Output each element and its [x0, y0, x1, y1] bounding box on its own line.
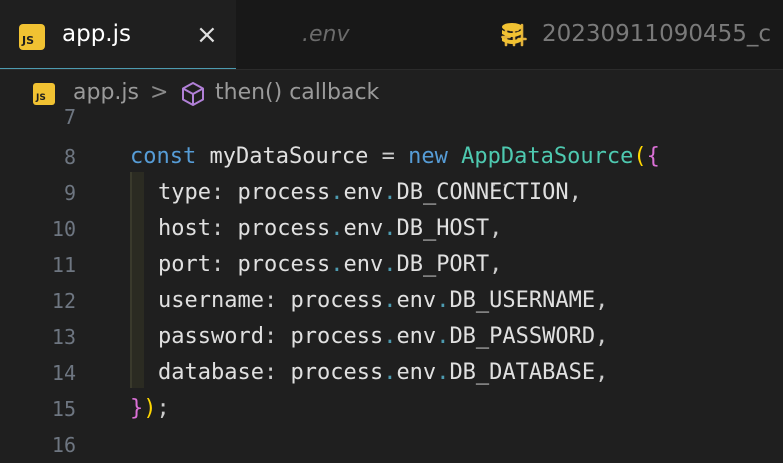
tab-label: app.js	[62, 21, 131, 47]
database-icon	[500, 22, 524, 52]
code-line: 14 database: process.env.DB_DATABASE,	[0, 355, 783, 391]
tab-label: 20230911090455_c	[542, 21, 772, 47]
javascript-file-icon: JS	[19, 24, 45, 50]
line-number: 7	[63, 105, 76, 129]
line-number: 12	[51, 289, 76, 313]
code-line: 8 const myDataSource = new AppDataSource…	[0, 139, 783, 190]
code-line: 11 port: process.env.DB_PORT,	[0, 247, 783, 283]
code-text: host: process.env.DB_HOST,	[158, 216, 503, 241]
code-line: 15 });	[0, 391, 783, 427]
code-line: 13 password: process.env.DB_PASSWORD,	[0, 319, 783, 355]
tab-label: .env	[302, 22, 350, 47]
line-number: 15	[51, 397, 76, 421]
line-number: 9	[63, 181, 76, 205]
tab-app-js[interactable]: JS app.js ×	[0, 0, 236, 69]
line-number: 13	[51, 325, 76, 349]
code-line: 12 username: process.env.DB_USERNAME,	[0, 283, 783, 319]
tab-migration[interactable]: 20230911090455_c	[480, 0, 783, 69]
code-text: const myDataSource = new AppDataSource({	[130, 144, 660, 169]
code-text: database: process.env.DB_DATABASE,	[158, 360, 609, 385]
line-number: 10	[51, 217, 76, 241]
code-line: 7	[0, 99, 783, 135]
line-number: 11	[51, 253, 76, 277]
line-number: 16	[51, 433, 76, 457]
line-number: 8	[63, 145, 76, 169]
code-line: 9 type: process.env.DB_CONNECTION,	[0, 175, 783, 211]
code-line: 16	[0, 427, 783, 463]
code-text: });	[130, 396, 170, 421]
tab-bar: JS app.js × .env 20230911090455_c	[0, 0, 783, 70]
line-number: 14	[51, 361, 76, 385]
code-text: port: process.env.DB_PORT,	[158, 252, 503, 277]
close-icon[interactable]: ×	[196, 20, 218, 50]
code-line: 10 host: process.env.DB_HOST,	[0, 211, 783, 247]
code-text: type: process.env.DB_CONNECTION,	[158, 180, 582, 205]
code-editor[interactable]: 7 8 const myDataSource = new AppDataSour…	[0, 105, 783, 457]
code-text: username: process.env.DB_USERNAME,	[158, 288, 609, 313]
tab-env[interactable]: .env	[240, 0, 527, 69]
code-text: password: process.env.DB_PASSWORD,	[158, 324, 609, 349]
